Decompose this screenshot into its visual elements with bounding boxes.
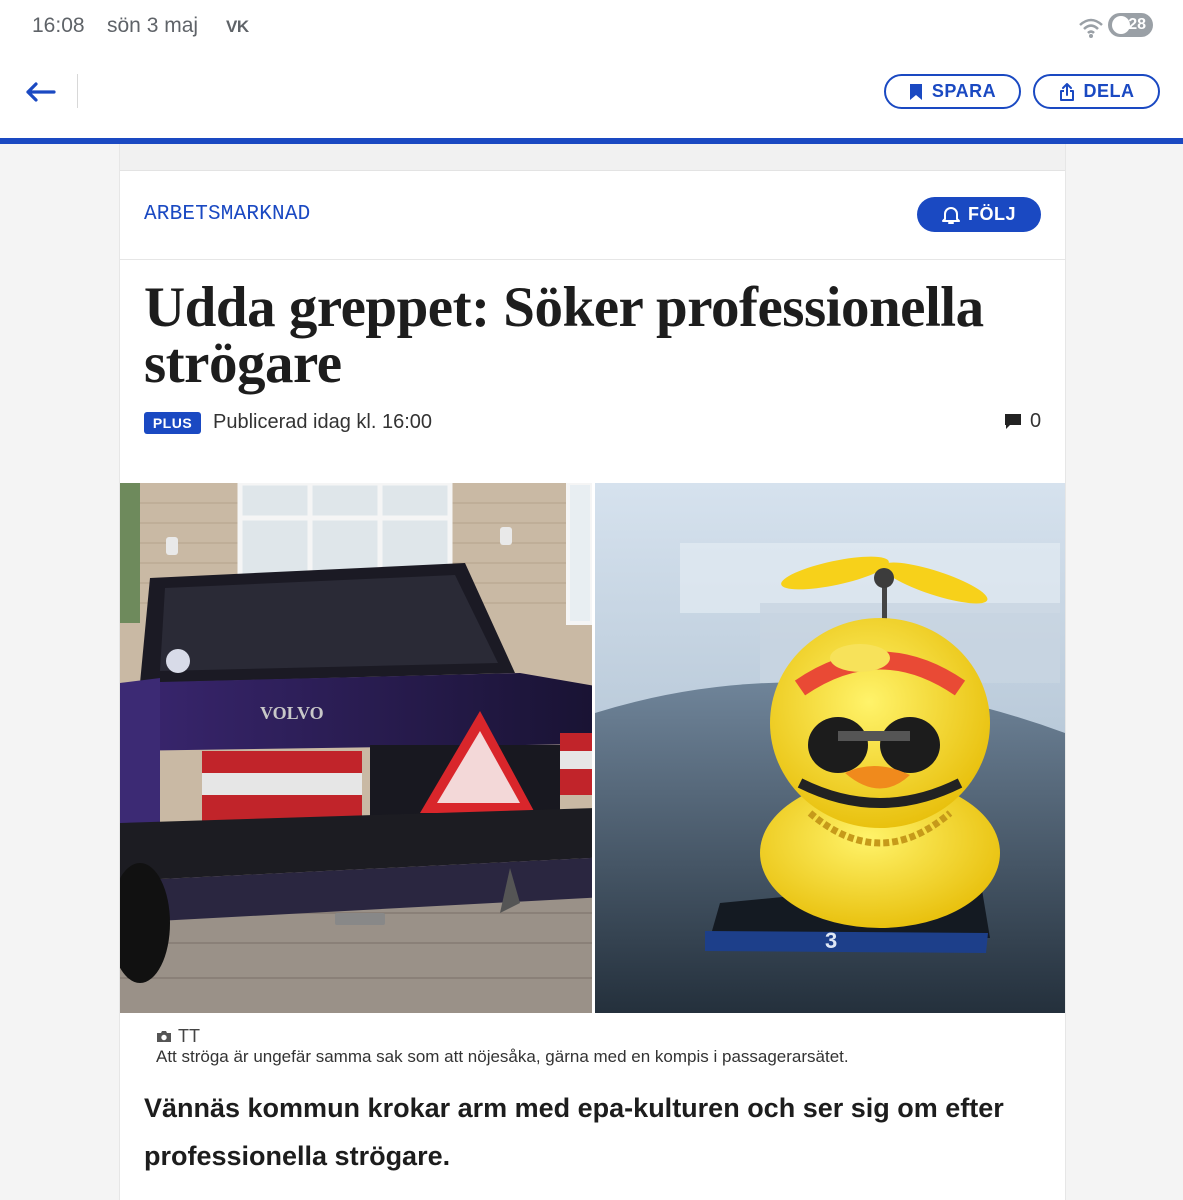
share-icon — [1059, 82, 1074, 101]
comments-button[interactable]: 0 — [1004, 410, 1041, 433]
photo-credit: TT — [156, 1026, 200, 1047]
follow-label: FÖLJ — [967, 204, 1016, 224]
article-headline: Udda greppet: Söker professionella strög… — [144, 276, 984, 395]
bookmark-icon — [909, 83, 922, 100]
share-label: DELA — [1083, 81, 1135, 101]
duck-photo: 3 — [595, 483, 1065, 1013]
status-time: 16:08 — [32, 14, 85, 37]
wifi-icon — [1079, 18, 1103, 38]
comment-count: 0 — [1030, 410, 1042, 432]
back-button[interactable] — [18, 74, 62, 110]
section-divider — [120, 259, 1065, 260]
save-label: SPARA — [931, 81, 997, 101]
article-hero-image[interactable]: VOLVO 740 — [120, 483, 1065, 1013]
article-lede: Vännäs kommun krokar arm med epa-kulture… — [144, 1093, 1004, 1171]
camera-icon — [157, 1031, 171, 1042]
arrow-left-icon — [26, 82, 56, 102]
share-button[interactable]: DELA — [1033, 74, 1160, 109]
comment-icon — [1005, 414, 1021, 429]
toolbar-divider — [77, 74, 78, 108]
card-top-band — [120, 144, 1065, 171]
follow-button[interactable]: FÖLJ — [917, 197, 1041, 232]
status-app-icon: VK — [226, 17, 249, 36]
publish-date: Publicerad idag kl. 16:00 — [213, 411, 433, 433]
status-date: sön 3 maj — [107, 14, 199, 37]
section-label[interactable]: ARBETSMARKNAD — [144, 203, 310, 226]
battery-level: 28 — [1128, 16, 1146, 33]
status-bar: 16:08 sön 3 maj VK 28 — [0, 0, 1183, 56]
plus-badge: PLUS — [144, 412, 201, 434]
save-button[interactable]: SPARA — [884, 74, 1021, 109]
duck-plate-number: 3 — [825, 928, 837, 953]
battery-icon: 28 — [1108, 13, 1153, 37]
photo-credit-text: TT — [178, 1026, 200, 1046]
top-toolbar: SPARA DELA — [0, 56, 1183, 138]
battery-saver-icon — [1112, 16, 1130, 34]
car-badge: VOLVO — [260, 703, 324, 723]
image-caption: Att ströga är ungefär samma sak som att … — [156, 1047, 849, 1066]
bell-icon — [941, 206, 960, 224]
article-card: ARBETSMARKNAD FÖLJ Udda greppet: Söker p… — [119, 144, 1066, 1200]
